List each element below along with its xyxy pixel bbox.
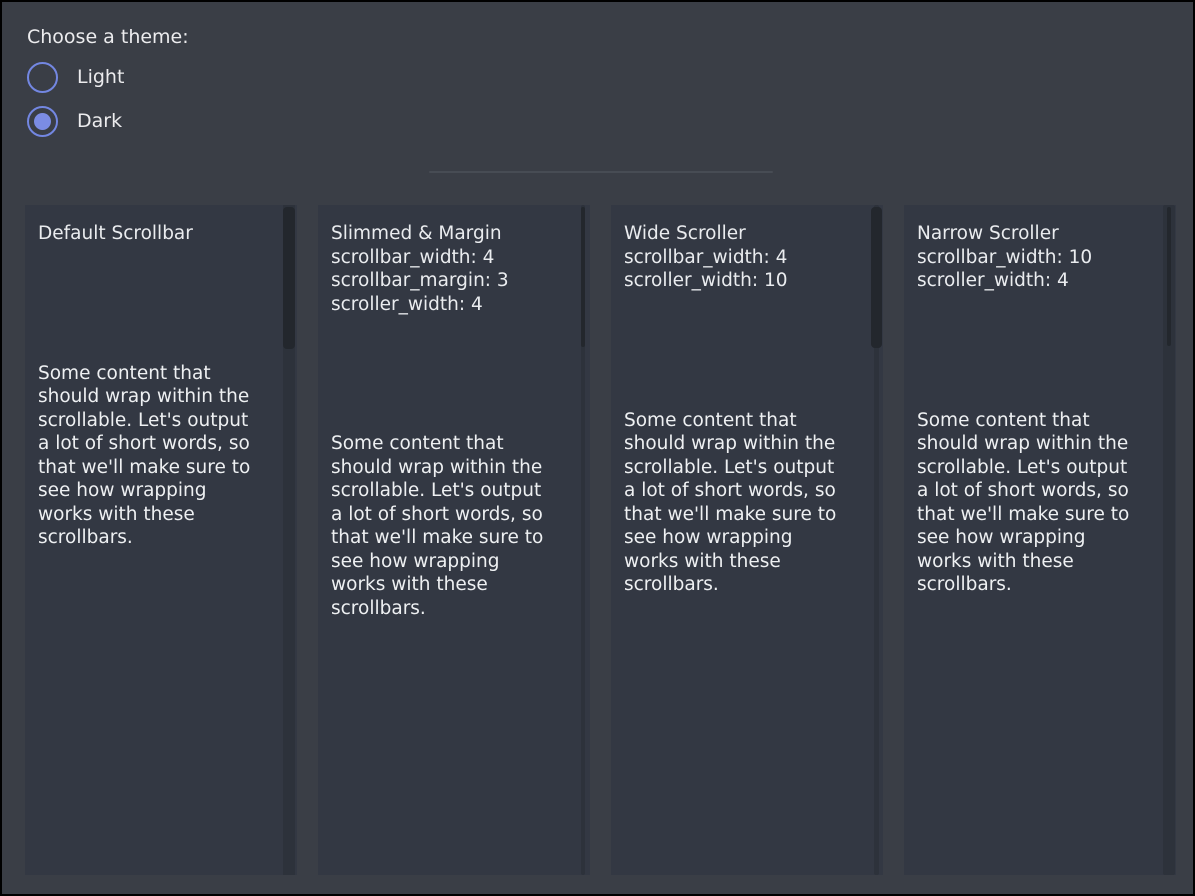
- scroll-panel-default-scrollbar[interactable]: Default Scrollbar Some content that shou…: [25, 205, 297, 875]
- scrollbar-thumb[interactable]: [283, 207, 295, 349]
- panel-title: Default Scrollbar: [38, 222, 271, 246]
- scrollbar-thumb[interactable]: [871, 207, 882, 348]
- panel-body-text: Some content that should wrap within the…: [331, 432, 564, 620]
- scroll-panel-slimmed-margin[interactable]: Slimmed & Margin scrollbar_width: 4 scro…: [318, 205, 590, 875]
- theme-chooser-label: Choose a theme:: [27, 26, 189, 49]
- radio-selected-dot: [34, 113, 51, 130]
- panel-body-text: Some content that should wrap within the…: [624, 409, 857, 597]
- radio-option-light[interactable]: Light: [27, 61, 124, 93]
- radio-selected-icon[interactable]: [27, 106, 58, 137]
- section-divider: [429, 171, 773, 173]
- radio-option-light-label: Light: [77, 66, 124, 88]
- panel-params: scrollbar_width: 4 scroller_width: 10: [624, 246, 857, 293]
- panel-body-text: Some content that should wrap within the…: [917, 409, 1150, 597]
- radio-option-dark-label: Dark: [77, 110, 122, 132]
- scroll-panel-narrow-scroller[interactable]: Narrow Scroller scrollbar_width: 10 scro…: [904, 205, 1176, 875]
- panel-params: scrollbar_width: 10 scroller_width: 4: [917, 246, 1150, 293]
- panel-params: scrollbar_width: 4 scrollbar_margin: 3 s…: [331, 246, 564, 317]
- panel-body-text: Some content that should wrap within the…: [38, 362, 271, 550]
- app-window: Choose a theme: Light Dark Default Scrol…: [0, 0, 1195, 896]
- scrollbar-thumb[interactable]: [1167, 207, 1171, 346]
- panel-title: Narrow Scroller: [917, 222, 1150, 246]
- scroll-panel-wide-scroller[interactable]: Wide Scroller scrollbar_width: 4 scrolle…: [611, 205, 883, 875]
- radio-option-dark[interactable]: Dark: [27, 105, 122, 137]
- scrollbar-demo-panels: Default Scrollbar Some content that shou…: [25, 205, 1176, 875]
- radio-unselected-icon[interactable]: [27, 62, 58, 93]
- scrollbar-thumb[interactable]: [581, 207, 585, 347]
- panel-title: Slimmed & Margin: [331, 222, 564, 246]
- panel-title: Wide Scroller: [624, 222, 857, 246]
